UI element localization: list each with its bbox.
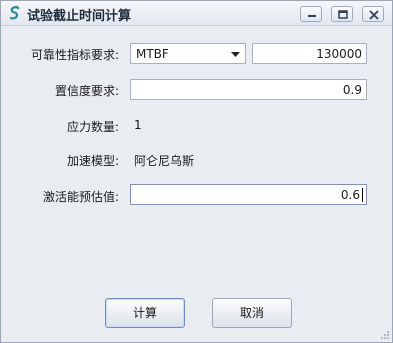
reliability-value-text: 130000	[316, 47, 362, 61]
accel-model-label: 加速模型:	[66, 154, 119, 168]
calculate-button[interactable]: 计算	[105, 298, 185, 328]
text-caret	[362, 188, 363, 202]
accel-model-value: 阿仑尼乌斯	[134, 154, 195, 168]
stress-count-value: 1	[134, 118, 142, 132]
reliability-value-input[interactable]: 130000	[252, 43, 367, 64]
activation-energy-value-text: 0.6	[340, 188, 360, 202]
app-logo-icon	[7, 5, 23, 21]
reliability-metric-select[interactable]: MTBF	[130, 43, 246, 64]
maximize-icon	[338, 10, 348, 19]
window-title: 试验截止时间计算	[27, 9, 132, 24]
reliability-metric-value: MTBF	[136, 47, 169, 61]
minimize-button[interactable]	[300, 6, 322, 22]
reliability-label: 可靠性指标要求:	[30, 48, 119, 62]
cancel-button[interactable]: 取消	[212, 298, 292, 328]
confidence-input[interactable]: 0.9	[130, 79, 367, 100]
confidence-label: 置信度要求:	[54, 84, 119, 98]
stress-count-label: 应力数量:	[66, 120, 119, 134]
chevron-down-icon	[231, 52, 240, 57]
maximize-button[interactable]	[331, 6, 353, 22]
close-button[interactable]	[362, 6, 384, 22]
close-icon	[369, 10, 379, 20]
minimize-icon	[308, 15, 316, 17]
resize-grip-icon[interactable]	[380, 330, 390, 340]
title-bar[interactable]: 试验截止时间计算	[1, 1, 392, 26]
activation-energy-input[interactable]: 0.6	[130, 184, 367, 205]
dialog-window: 试验截止时间计算 可靠性指标要求: MTBF 130000 置信度要求: 0.9…	[0, 0, 393, 343]
activation-energy-label: 激活能预估值:	[42, 190, 119, 204]
confidence-value-text: 0.9	[342, 83, 362, 97]
